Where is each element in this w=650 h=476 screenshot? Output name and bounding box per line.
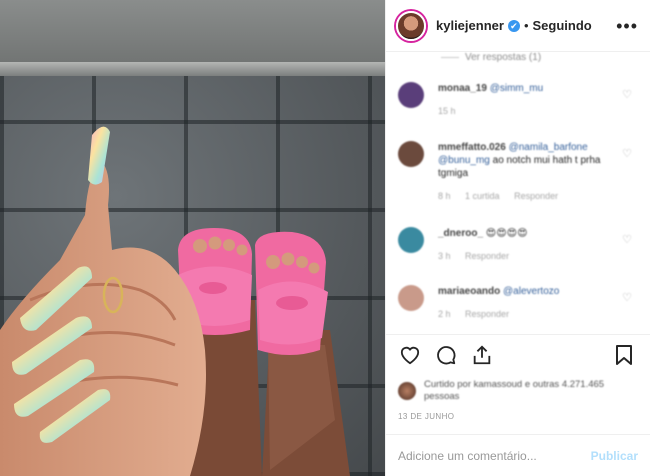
comment-time[interactable]: 2 h [438, 309, 451, 319]
comment-username[interactable]: mmeffatto.026 [438, 142, 506, 153]
comment-time[interactable]: 8 h [438, 191, 451, 201]
comment-mention[interactable]: @simm_mu [490, 83, 544, 94]
post-photo[interactable] [0, 0, 385, 476]
comment-text: 😍😍😍😍 [485, 228, 528, 239]
comment-icon[interactable] [434, 343, 458, 367]
comment-avatar[interactable] [398, 227, 424, 253]
comment-avatar[interactable] [398, 285, 424, 311]
comment-heart-icon[interactable]: ♡ [622, 88, 632, 101]
publish-button[interactable]: Publicar [591, 449, 638, 463]
comment-likes[interactable]: 1 curtida [465, 191, 500, 201]
comment-time[interactable]: 3 h [438, 251, 451, 261]
comments-list[interactable]: Ver respostas (1) monaa_19 @simm_mu 15 h… [386, 52, 650, 334]
likes-text[interactable]: Curtido por kamassoud e outras 4.271.465… [424, 379, 638, 403]
comment-mention[interactable]: @alevertozo [503, 286, 559, 297]
comment-time[interactable]: 15 h [438, 106, 456, 116]
comment-item: monaa_19 @simm_mu 15 h ♡ [398, 82, 638, 118]
more-options-icon[interactable]: ••• [616, 17, 638, 35]
verified-badge-icon: ✔ [507, 19, 520, 32]
heart-icon[interactable] [398, 343, 422, 367]
post-actions-bar [386, 334, 650, 374]
comment-meta: 2 h Responder [438, 308, 614, 321]
comment-username[interactable]: monaa_19 [438, 83, 487, 94]
add-comment-bar: Publicar [386, 434, 650, 476]
likes-summary: Curtido por kamassoud e outras 4.271.465… [386, 374, 650, 408]
comment-username[interactable]: _dneroo_ [438, 228, 483, 239]
comment-heart-icon[interactable]: ♡ [622, 233, 632, 246]
comment-item: mariaeoando @alevertozo 2 h Responder ♡ [398, 285, 638, 321]
comment-avatar[interactable] [398, 82, 424, 108]
liker-avatar[interactable] [398, 382, 416, 400]
post-date: 13 DE JUNHO [398, 412, 455, 421]
comment-heart-icon[interactable]: ♡ [622, 291, 632, 304]
author-avatar[interactable] [396, 10, 426, 41]
comment-meta: 15 h [438, 105, 614, 118]
instagram-post: kyliejenner ✔ • Seguindo ••• Ver respost… [0, 0, 650, 476]
comment-reply-button[interactable]: Responder [514, 191, 558, 201]
share-icon[interactable] [470, 343, 494, 367]
photo-subject [0, 126, 350, 476]
comment-item: _dneroo_ 😍😍😍😍 3 h Responder ♡ [398, 227, 638, 263]
comment-meta: 3 h Responder [438, 250, 614, 263]
view-replies-link[interactable]: Ver respostas (1) [441, 52, 541, 63]
comment-meta: 8 h 1 curtida Responder [438, 190, 614, 203]
bookmark-icon[interactable] [612, 343, 636, 367]
comment-reply-button[interactable]: Responder [465, 251, 509, 261]
comment-item: mmeffatto.026 @namila_barfone @bunu_mg a… [398, 141, 638, 203]
post-header: kyliejenner ✔ • Seguindo ••• [386, 0, 650, 52]
comment-input[interactable] [398, 448, 591, 463]
author-username[interactable]: kyliejenner [436, 18, 504, 33]
post-side-panel: kyliejenner ✔ • Seguindo ••• Ver respost… [385, 0, 650, 476]
comment-heart-icon[interactable]: ♡ [622, 147, 632, 160]
comment-avatar[interactable] [398, 141, 424, 167]
comment-reply-button[interactable]: Responder [465, 309, 509, 319]
comment-username[interactable]: mariaeoando [438, 286, 500, 297]
following-button[interactable]: Seguindo [533, 18, 592, 33]
header-separator: • [523, 18, 529, 33]
